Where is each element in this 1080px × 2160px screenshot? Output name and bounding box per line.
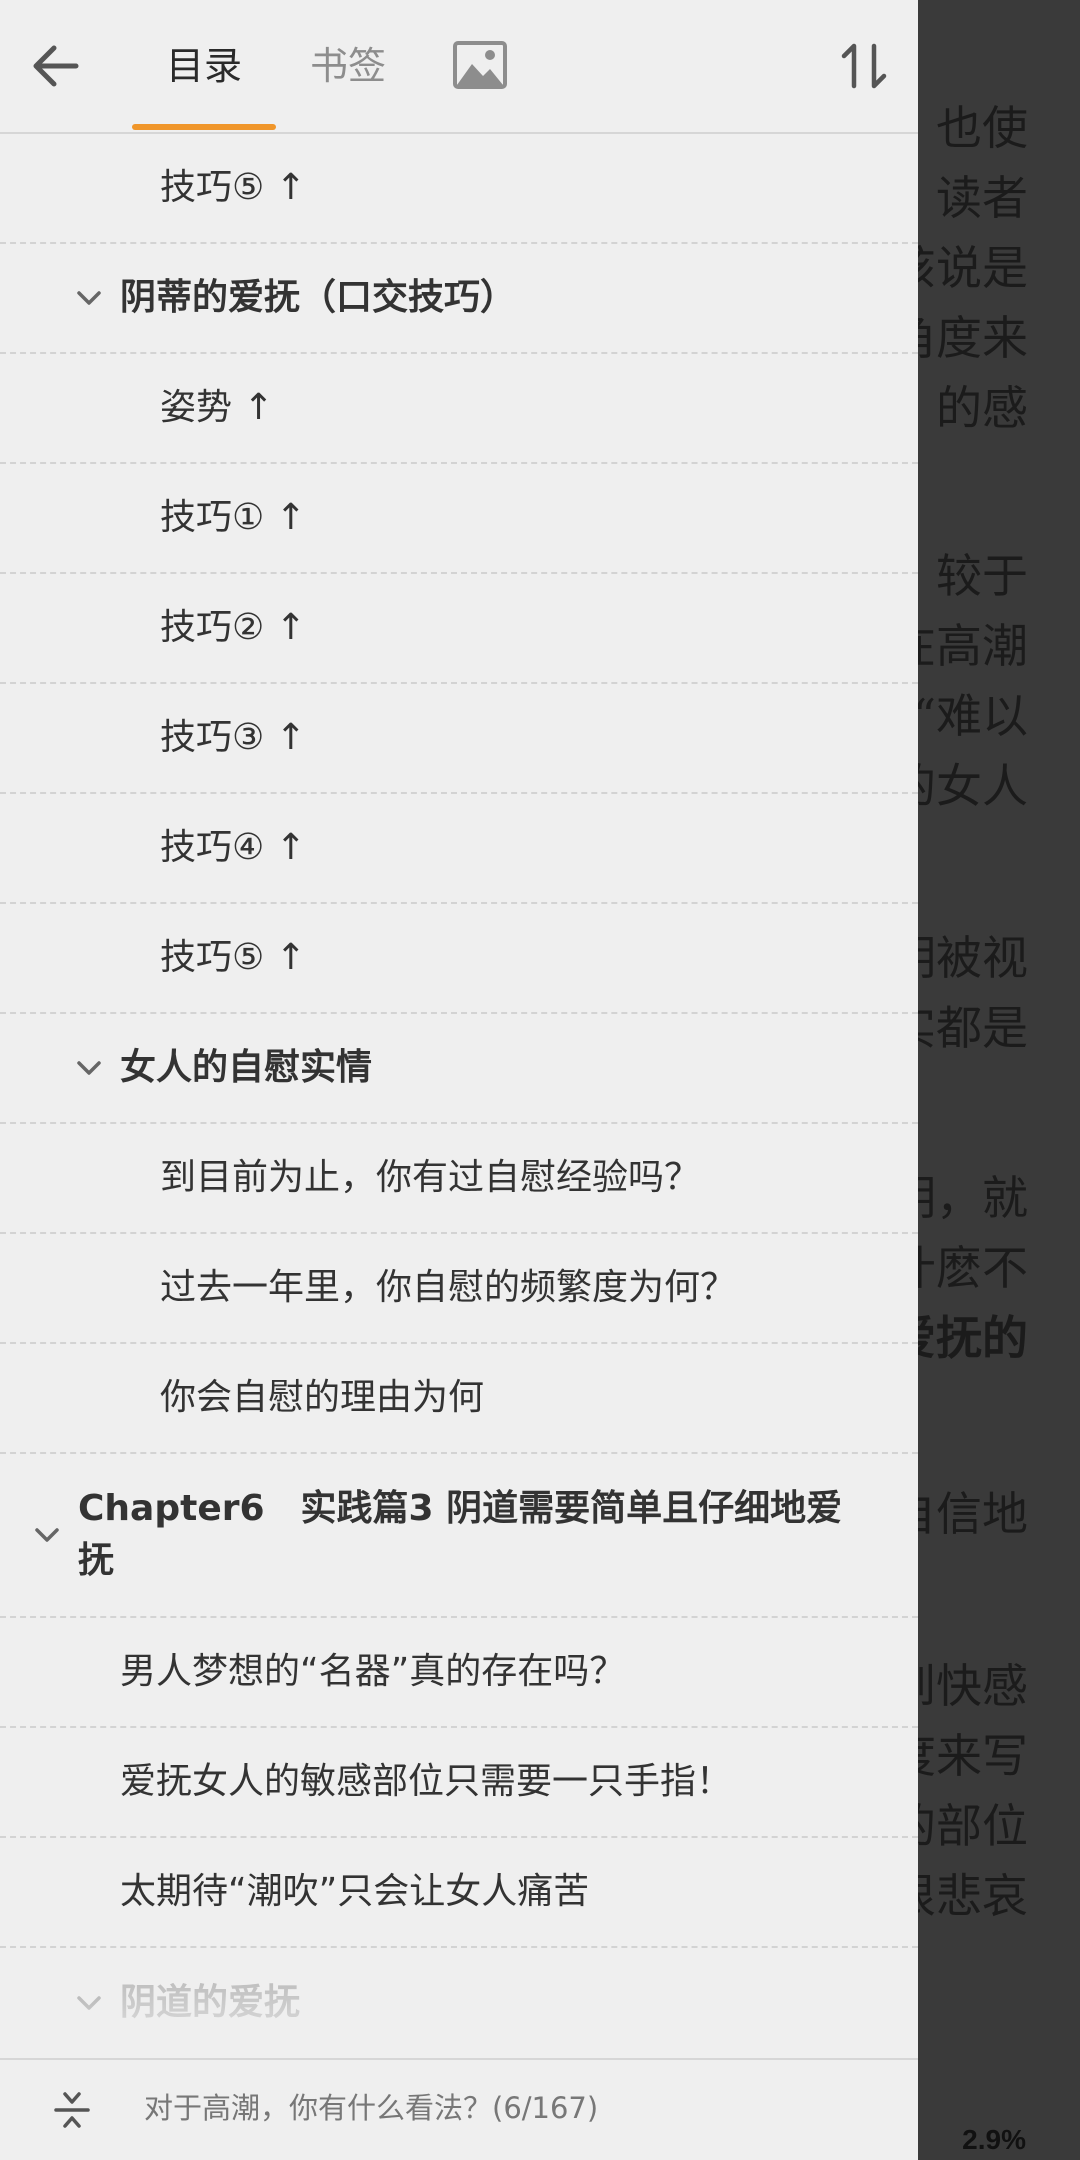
table-of-contents-drawer: 目录 书签 技巧⑤ ↑ 阴蒂的爱抚（口交技巧） 姿势 ↑ 技巧① ↑ 技巧② ↑ 技巧③ … — [0, 0, 918, 2160]
locate-current-icon — [54, 2092, 90, 2128]
reader-text-line: 读者 — [936, 171, 1028, 225]
reader-text-line: 也使 — [936, 101, 1028, 155]
toc-item-label: 技巧① ↑ — [160, 497, 306, 538]
chevron-down-icon[interactable] — [72, 1051, 106, 1085]
arrow-left-icon — [33, 45, 79, 87]
toc-item[interactable]: 技巧④ ↑ — [0, 794, 918, 904]
drawer-footer: 对于高潮，你有什么看法？(6/167) — [0, 2058, 918, 2160]
toc-item-label: 太期待“潮吹”只会让女人痛苦 — [120, 1871, 590, 1912]
toc-item-label: 女人的自慰实情 — [120, 1047, 373, 1088]
chevron-down-icon[interactable] — [30, 1518, 64, 1552]
active-tab-indicator — [132, 124, 276, 130]
toc-item[interactable]: 爱抚女人的敏感部位只需要一只手指！ — [0, 1728, 918, 1838]
toc-item-label: 阴蒂的爱抚（口交技巧） — [120, 277, 517, 318]
reading-progress: 2.9% — [962, 2124, 1026, 2155]
toc-item[interactable]: 你会自慰的理由为何 — [0, 1344, 918, 1454]
toc-section-item[interactable]: 阴蒂的爱抚（口交技巧） — [0, 244, 918, 354]
toc-item[interactable]: 技巧⑤ ↑ — [0, 134, 918, 244]
toc-item-label: 爱抚女人的敏感部位只需要一只手指！ — [120, 1761, 733, 1802]
reader-text-line: 的感 — [936, 381, 1028, 435]
toc-item-label: 过去一年里，你自慰的频繁度为何？ — [160, 1267, 737, 1308]
tab-bookmarks[interactable]: 书签 — [310, 42, 386, 90]
toc-item[interactable]: 技巧③ ↑ — [0, 684, 918, 794]
sort-order-icon — [841, 43, 887, 89]
toc-item-label: 技巧⑤ ↑ — [160, 167, 306, 208]
toc-item[interactable]: 过去一年里，你自慰的频繁度为何？ — [0, 1234, 918, 1344]
toc-item[interactable]: 技巧① ↑ — [0, 464, 918, 574]
image-icon — [453, 41, 507, 89]
toc-item-label: 阴道的爱抚 — [120, 1982, 301, 2023]
toc-item-label: 技巧⑤ ↑ — [160, 937, 306, 978]
toc-item[interactable]: 技巧⑤ ↑ — [0, 904, 918, 1014]
toc-item[interactable]: 到目前为止，你有过自慰经验吗？ — [0, 1124, 918, 1234]
reader-text-line: “难以 — [912, 689, 1028, 743]
sort-order-button[interactable] — [836, 36, 892, 96]
locate-current-button[interactable] — [52, 2090, 92, 2130]
toc-item[interactable]: 太期待“潮吹”只会让女人痛苦 — [0, 1838, 918, 1948]
toc-list[interactable]: 技巧⑤ ↑ 阴蒂的爱抚（口交技巧） 姿势 ↑ 技巧① ↑ 技巧② ↑ 技巧③ ↑ 技巧④ ↑… — [0, 134, 918, 2058]
toc-chapter-item[interactable]: Chapter6 实践篇3 阴道需要简单且仔细地爱抚 — [0, 1454, 918, 1618]
toc-item[interactable]: 技巧② ↑ — [0, 574, 918, 684]
tab-images[interactable] — [452, 40, 508, 92]
toc-item-label: 你会自慰的理由为何 — [160, 1377, 485, 1418]
toc-item[interactable]: 姿势 ↑ — [0, 354, 918, 464]
toc-item-label: 技巧② ↑ — [160, 607, 306, 648]
reader-text-line: 较于 — [936, 549, 1028, 603]
toc-item-label: 男人梦想的“名器”真的存在吗？ — [120, 1651, 626, 1692]
back-button[interactable] — [26, 36, 86, 96]
toc-item-label: 技巧④ ↑ — [160, 827, 306, 868]
chevron-down-icon[interactable] — [72, 281, 106, 315]
toc-item-label: 到目前为止，你有过自慰经验吗？ — [160, 1157, 701, 1198]
toc-item-label: 技巧③ ↑ — [160, 717, 306, 758]
toc-item[interactable]: 男人梦想的“名器”真的存在吗？ — [0, 1618, 918, 1728]
toc-section-item[interactable]: 阴道的爱抚 — [0, 1948, 918, 2058]
chevron-down-icon[interactable] — [72, 1986, 106, 2020]
drawer-header: 目录 书签 — [0, 0, 918, 134]
toc-item-label: 姿势 ↑ — [160, 387, 274, 428]
toc-item-label: Chapter6 实践篇3 阴道需要简单且仔细地爱抚 — [78, 1488, 843, 1581]
tab-toc[interactable]: 目录 — [166, 42, 242, 90]
current-chapter-label: 对于高潮，你有什么看法？(6/167) — [144, 2091, 599, 2125]
toc-section-item[interactable]: 女人的自慰实情 — [0, 1014, 918, 1124]
